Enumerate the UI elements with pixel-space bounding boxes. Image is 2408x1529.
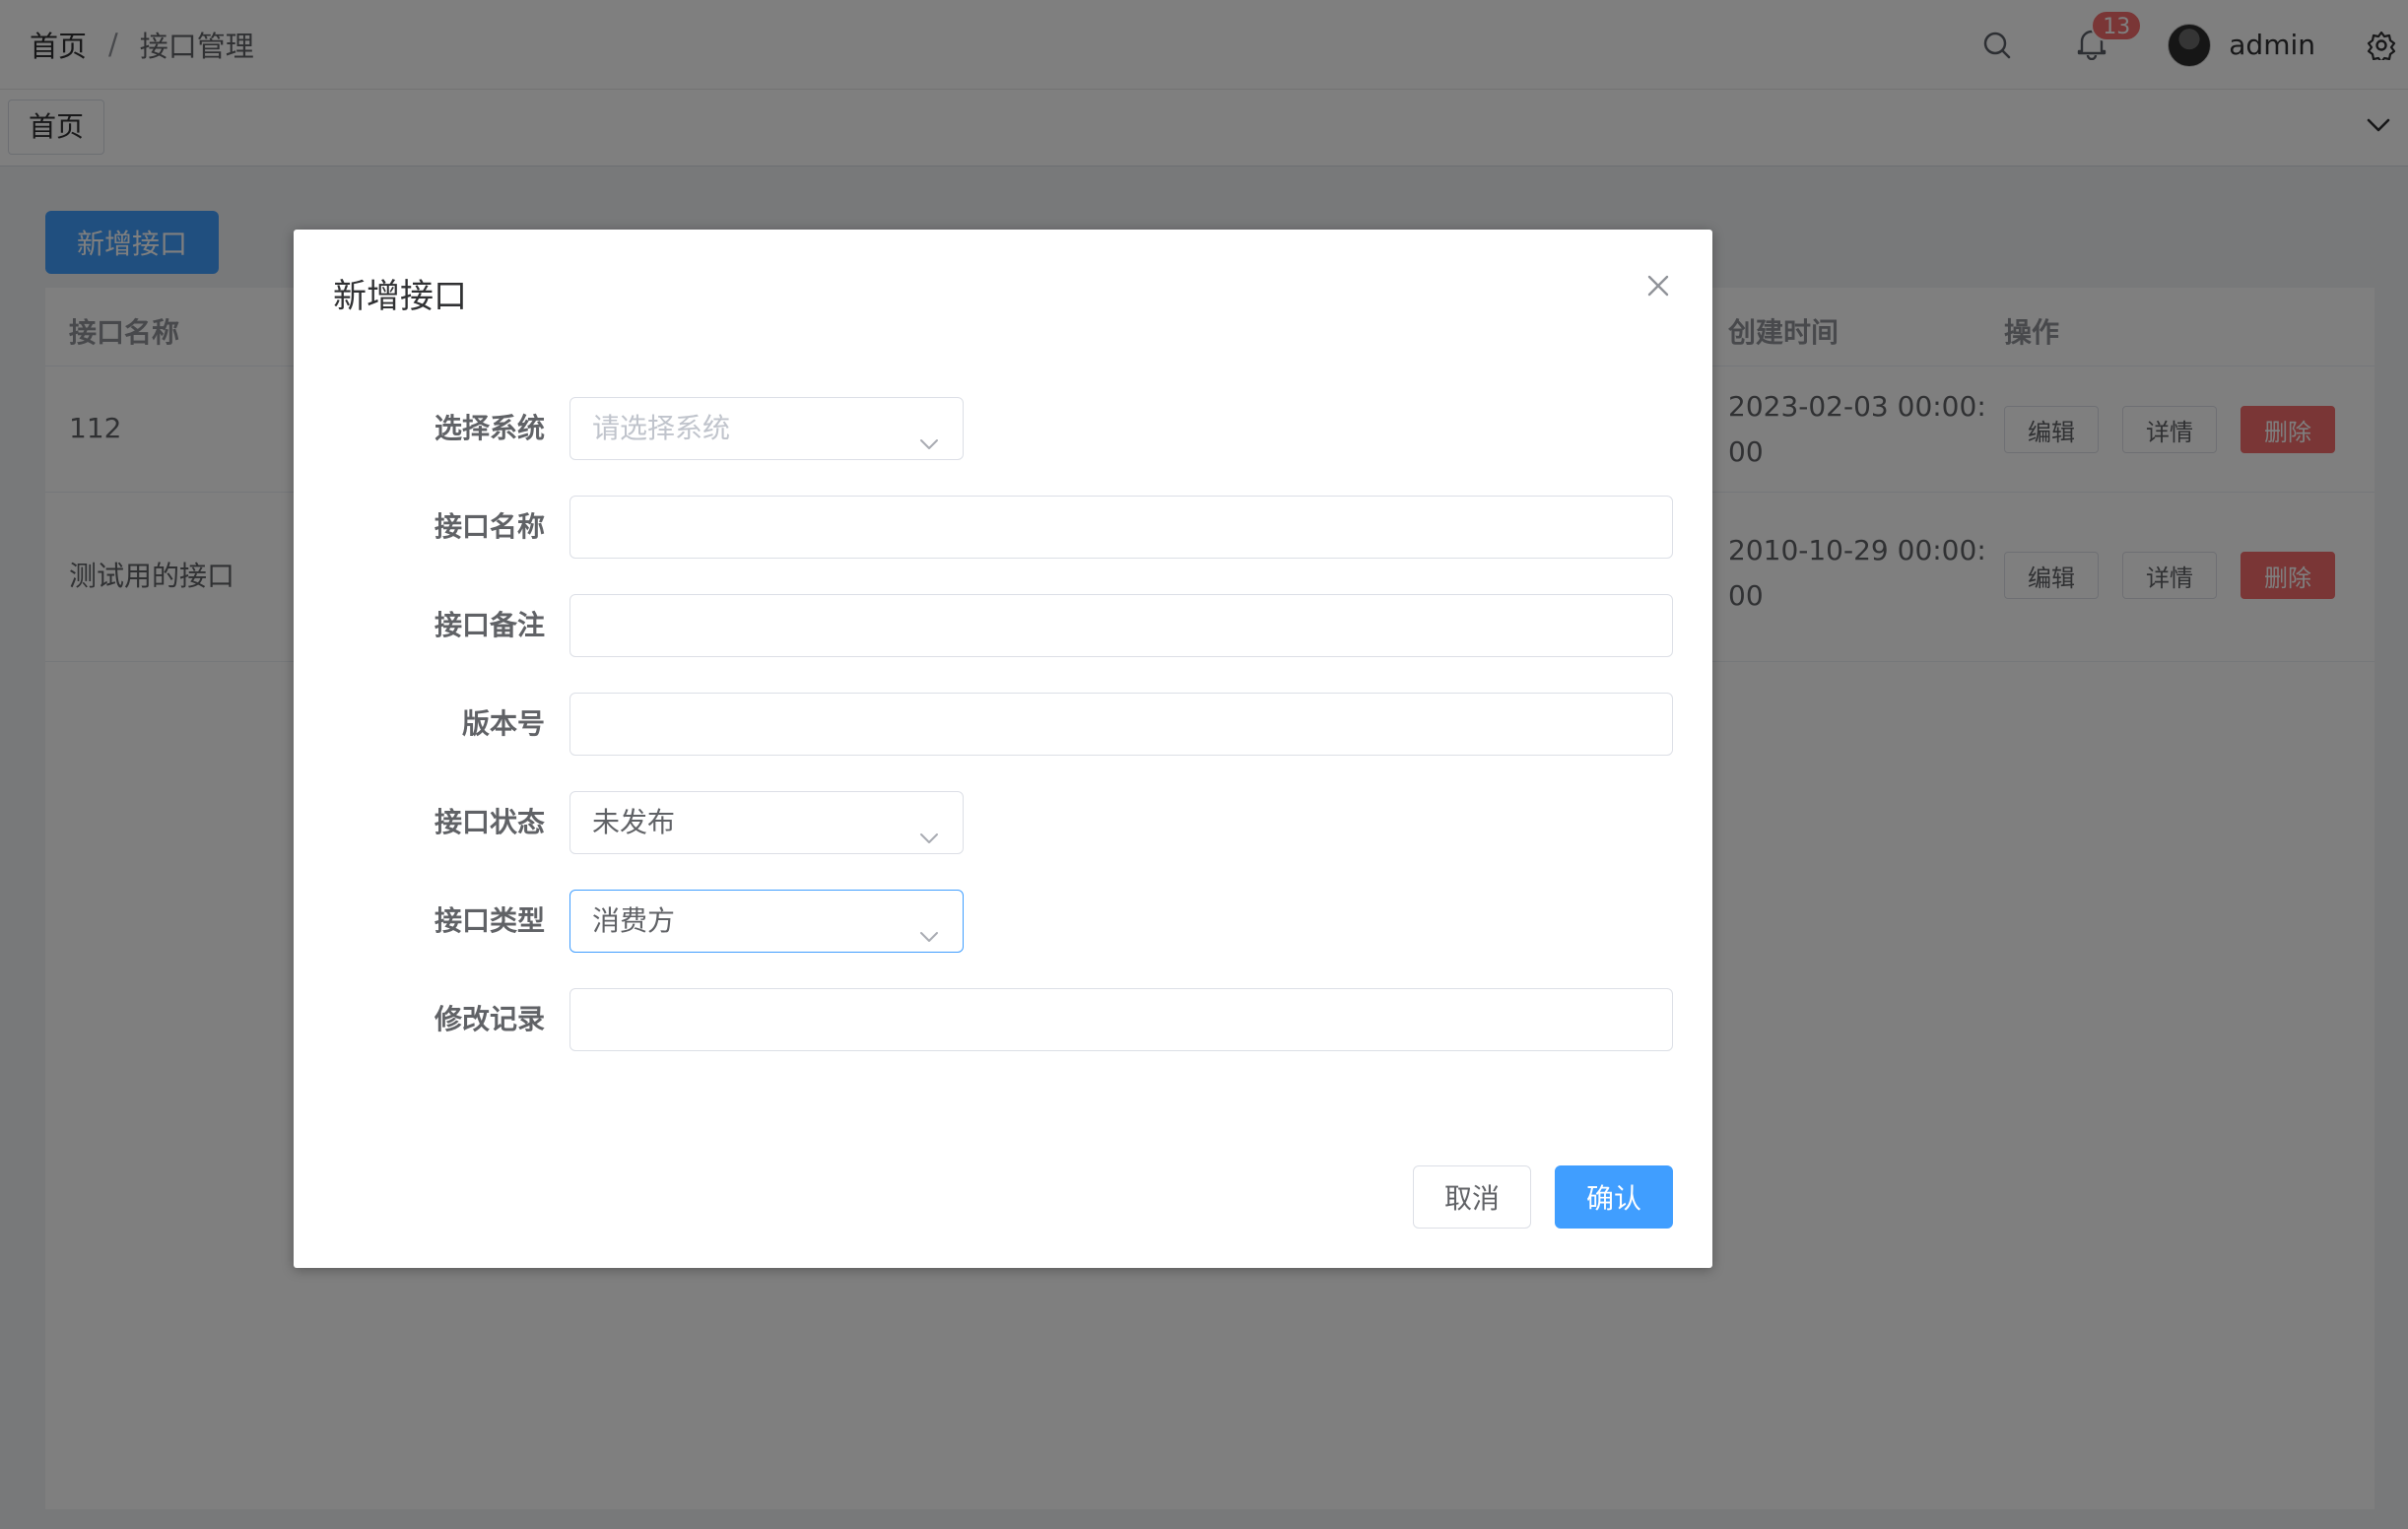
status-select[interactable]: 未发布 bbox=[569, 791, 964, 854]
name-label: 接口名称 bbox=[434, 510, 545, 543]
form-row-type: 接口类型 消费方 bbox=[294, 890, 1712, 953]
chevron-down-icon bbox=[917, 811, 941, 843]
remark-label: 接口备注 bbox=[434, 609, 545, 641]
name-input[interactable] bbox=[569, 496, 1673, 559]
system-label: 选择系统 bbox=[434, 412, 545, 444]
status-label: 接口状态 bbox=[434, 806, 545, 838]
version-label: 版本号 bbox=[461, 707, 545, 740]
form-row-version: 版本号 bbox=[294, 693, 1712, 756]
form-row-status: 接口状态 未发布 bbox=[294, 791, 1712, 854]
app-page: 首页 / 接口管理 13 admin bbox=[0, 0, 2408, 1529]
chevron-down-icon bbox=[917, 417, 941, 449]
history-label: 修改记录 bbox=[434, 1003, 545, 1035]
form-row-history: 修改记录 bbox=[294, 988, 1712, 1051]
type-select-value: 消费方 bbox=[592, 904, 676, 937]
system-select-placeholder: 请选择系统 bbox=[592, 412, 731, 444]
dialog-title: 新增接口 bbox=[333, 277, 467, 316]
form-row-name: 接口名称 bbox=[294, 496, 1712, 559]
history-input[interactable] bbox=[569, 988, 1673, 1051]
status-select-value: 未发布 bbox=[592, 806, 676, 838]
confirm-button[interactable]: 确认 bbox=[1555, 1165, 1673, 1229]
chevron-down-icon bbox=[917, 909, 941, 942]
form-row-system: 选择系统 请选择系统 bbox=[294, 397, 1712, 460]
cancel-button[interactable]: 取消 bbox=[1413, 1165, 1531, 1229]
version-input[interactable] bbox=[569, 693, 1673, 756]
close-icon[interactable] bbox=[1643, 271, 1673, 300]
type-label: 接口类型 bbox=[434, 904, 545, 937]
system-select[interactable]: 请选择系统 bbox=[569, 397, 964, 460]
add-interface-dialog: 新增接口 选择系统 请选择系统 接口名称 接口备注 版本号 接口状态 未发布 接… bbox=[294, 230, 1712, 1268]
remark-input[interactable] bbox=[569, 594, 1673, 657]
form-row-remark: 接口备注 bbox=[294, 594, 1712, 657]
type-select[interactable]: 消费方 bbox=[569, 890, 964, 953]
